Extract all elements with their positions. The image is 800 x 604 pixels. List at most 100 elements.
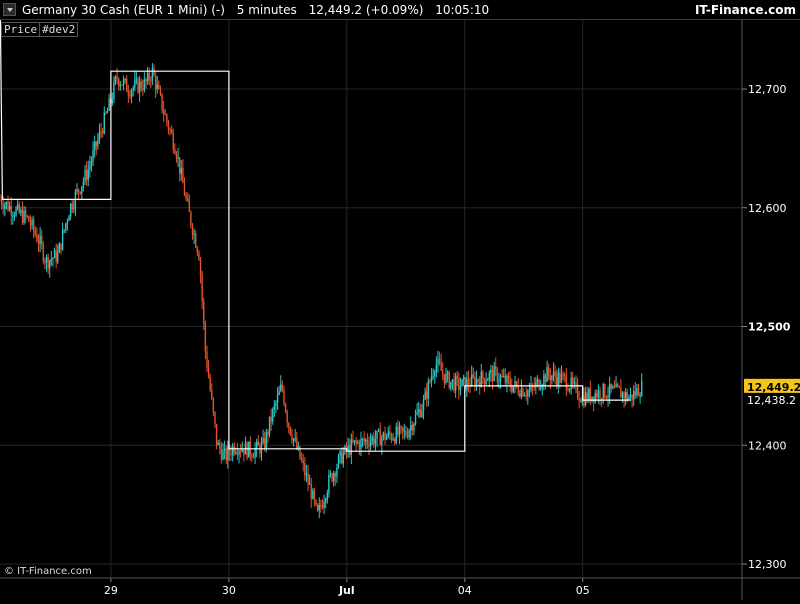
candle-body xyxy=(34,230,36,235)
candle-body xyxy=(296,438,298,449)
candle-body xyxy=(291,434,293,441)
last-price-change: 12,449.2 (+0.09%) xyxy=(308,3,424,17)
candle-body xyxy=(140,81,142,89)
candle-body xyxy=(29,221,32,226)
candle-body xyxy=(543,374,545,386)
candle-body xyxy=(624,392,627,399)
candle-body xyxy=(536,379,539,383)
candle-body xyxy=(557,372,560,386)
x-tick-label: 29 xyxy=(104,584,118,597)
candle-body xyxy=(308,483,311,485)
candle-body xyxy=(443,374,446,383)
candle-body xyxy=(637,388,640,397)
candle-body xyxy=(47,256,49,269)
candle-body xyxy=(607,395,609,398)
candle-body xyxy=(506,375,508,384)
candle-body xyxy=(71,203,73,210)
candle-body xyxy=(578,397,580,401)
indicator-legend[interactable]: Price #dev2 xyxy=(1,22,79,37)
candle-body xyxy=(26,216,28,218)
candle-body xyxy=(616,384,619,387)
candle-body xyxy=(410,424,412,431)
candle-body xyxy=(134,80,136,88)
candle-body xyxy=(395,426,397,443)
candle-body xyxy=(89,165,91,170)
candle-body xyxy=(628,397,630,400)
candle-body xyxy=(175,153,178,159)
candle-body xyxy=(599,390,601,399)
candle-body xyxy=(0,199,1,201)
candle-body xyxy=(336,467,338,477)
candle-body xyxy=(466,378,468,391)
candle-body xyxy=(15,208,17,216)
candle-body xyxy=(93,141,96,150)
candle-body xyxy=(37,241,40,244)
candle-body xyxy=(4,204,6,209)
candle-body xyxy=(273,405,276,410)
candle-body xyxy=(442,370,444,375)
footer-copyright: © IT-Finance.com xyxy=(4,566,92,577)
candle-body xyxy=(292,438,295,441)
candle-body xyxy=(305,473,308,476)
chart-area[interactable]: 12,300 12,400 12,500 12,600 12,700 29 30 Jul 04 0… xyxy=(0,0,800,600)
candle-body xyxy=(556,376,558,386)
candle-body xyxy=(180,167,182,174)
candle-body xyxy=(344,446,346,454)
candle-body xyxy=(477,379,479,382)
menu-dropdown-icon[interactable] xyxy=(3,3,16,16)
candle-body xyxy=(137,78,139,93)
candle-body xyxy=(204,323,207,352)
candle-body xyxy=(73,207,75,210)
candle-body xyxy=(361,438,364,440)
candle-body xyxy=(349,445,351,455)
candle-body xyxy=(66,221,69,224)
candle-body xyxy=(167,122,170,130)
candle-body xyxy=(381,437,383,446)
candle-body xyxy=(57,252,59,262)
candle-body xyxy=(170,129,173,134)
candle-body xyxy=(60,243,62,250)
candle-body xyxy=(554,371,556,377)
candle-body xyxy=(450,381,452,389)
candle-body xyxy=(87,169,89,180)
candle-body xyxy=(470,374,473,387)
price-chart[interactable]: 12,300 12,400 12,500 12,600 12,700 29 30 Jul 04 0… xyxy=(0,0,800,600)
candle-body xyxy=(382,432,385,438)
candle-body xyxy=(146,72,149,82)
candle-body xyxy=(28,216,30,222)
candle-body xyxy=(191,225,194,236)
candle-body xyxy=(79,191,81,194)
candle-body xyxy=(284,403,287,413)
candle-body xyxy=(623,392,625,399)
candle-body xyxy=(193,233,195,236)
candle-body xyxy=(633,391,635,400)
candle-body xyxy=(363,438,365,442)
candle-body xyxy=(600,398,603,400)
candle-body xyxy=(178,157,181,174)
candle-body xyxy=(52,258,54,260)
candle-body xyxy=(385,436,388,440)
candle-body xyxy=(488,372,491,380)
candle-body xyxy=(101,131,104,134)
candle-body xyxy=(312,490,314,499)
candle-body xyxy=(547,367,550,375)
candle-body xyxy=(98,131,101,140)
candle-body xyxy=(55,250,57,262)
candle-body xyxy=(430,376,433,382)
candle-body xyxy=(310,483,312,499)
candle-body xyxy=(544,374,547,383)
candle-body xyxy=(467,378,470,386)
candle-body xyxy=(231,446,234,456)
candle-body xyxy=(304,463,306,476)
candle-body xyxy=(196,247,199,254)
candle-body xyxy=(148,72,150,80)
candle-body xyxy=(572,377,574,384)
candle-body xyxy=(564,374,566,376)
candle-body xyxy=(31,219,33,226)
candle-body xyxy=(575,382,577,384)
candle-body xyxy=(329,473,332,475)
candle-body xyxy=(373,436,375,445)
candle-body xyxy=(158,84,160,89)
candle-body xyxy=(610,383,612,389)
candle-body xyxy=(424,391,426,400)
